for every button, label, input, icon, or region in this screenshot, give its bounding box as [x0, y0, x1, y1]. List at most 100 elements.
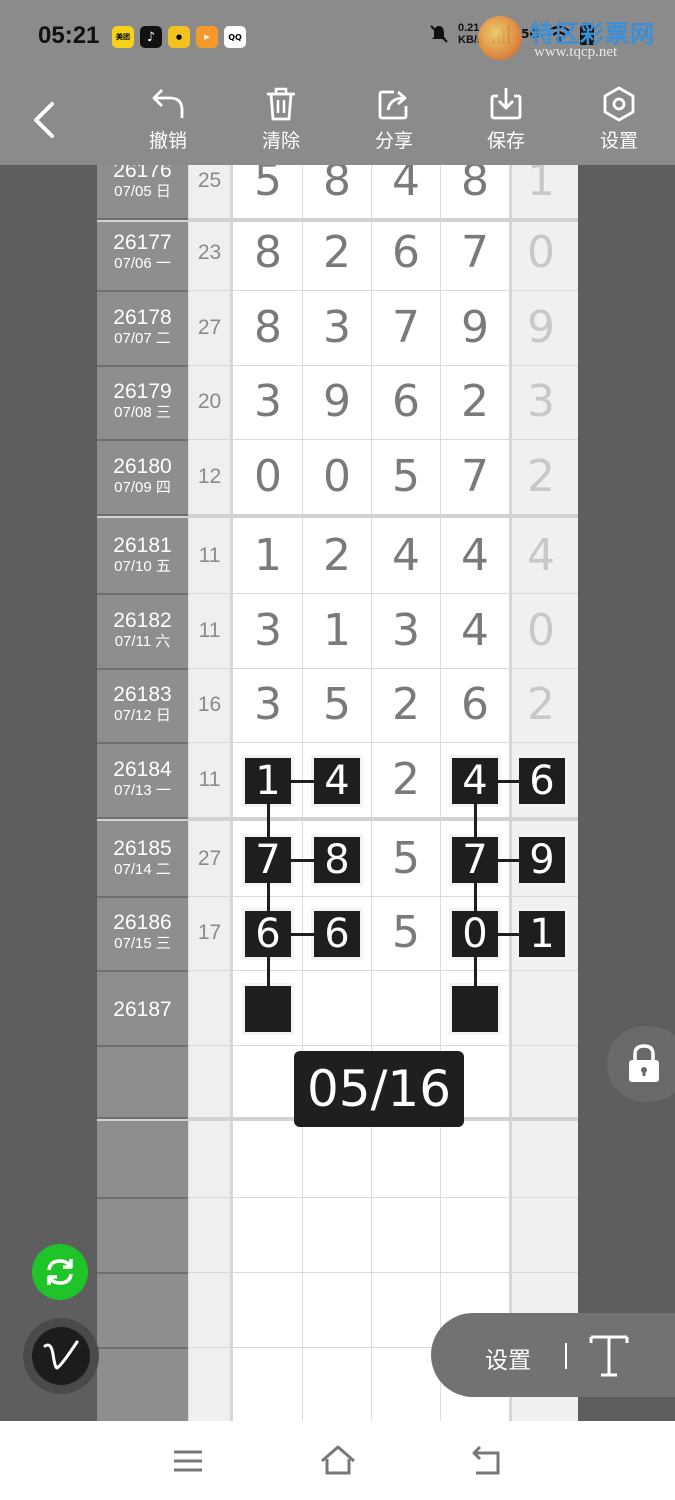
digit-cell[interactable]: 6	[445, 679, 505, 730]
empty-prediction-box[interactable]	[242, 983, 294, 1035]
digit-cell[interactable]: 2	[376, 679, 436, 730]
digit-cell[interactable]: 2	[445, 376, 505, 427]
digit-cell[interactable]: 5	[376, 907, 436, 958]
trend-grid[interactable]: 26176 07/05 日 25 5 8 4 8 1 26177 07/06 一 23 8 2 6 7 0 26…	[97, 165, 578, 1421]
digit-cell[interactable]: 2	[376, 754, 436, 805]
digit-cell[interactable]: 3	[238, 376, 298, 427]
highlighted-digit[interactable]: 4	[311, 755, 363, 807]
issue-cell: 26181 07/10 五	[97, 534, 188, 576]
digit-cell[interactable]: 3	[307, 302, 367, 353]
undo-icon	[152, 89, 184, 118]
digit-cell[interactable]: 1	[238, 530, 298, 581]
digit-cell[interactable]: 3	[238, 679, 298, 730]
digit-cell[interactable]: 8	[238, 302, 298, 353]
nav-home-button[interactable]	[318, 1443, 358, 1479]
pen-button-inner	[32, 1327, 90, 1385]
digit-cell[interactable]: 9	[307, 376, 367, 427]
digit-cell[interactable]: 3	[376, 605, 436, 656]
connector-line	[267, 883, 270, 911]
settings-button[interactable]: 设置	[587, 86, 651, 156]
digit-cell[interactable]: 4	[445, 605, 505, 656]
highlighted-extra-digit[interactable]: 9	[516, 834, 568, 886]
digit-cell[interactable]: 4	[376, 530, 436, 581]
extra-digit-cell[interactable]: 0	[511, 227, 571, 278]
pen-button[interactable]	[23, 1318, 99, 1394]
highlighted-digit[interactable]: 7	[449, 834, 501, 886]
clear-button[interactable]: 清除	[249, 86, 313, 156]
save-button[interactable]: 保存	[474, 86, 538, 156]
digit-cell[interactable]: 9	[445, 302, 505, 353]
home-icon	[321, 1445, 355, 1475]
digit-cell[interactable]: 3	[238, 605, 298, 656]
highlighted-digit[interactable]: 0	[449, 908, 501, 960]
digit-cell[interactable]: 6	[376, 227, 436, 278]
nav-menu-button[interactable]	[168, 1443, 208, 1479]
meituan-app-icon: 美团	[112, 26, 134, 48]
grid-row-line-left	[97, 668, 188, 670]
digit-cell[interactable]: 5	[376, 833, 436, 884]
digit-cell[interactable]: 8	[307, 165, 367, 206]
extra-digit-cell[interactable]: 9	[511, 302, 571, 353]
digit-cell[interactable]: 4	[445, 530, 505, 581]
back-button[interactable]	[28, 100, 62, 140]
nav-back-button[interactable]	[468, 1443, 508, 1479]
digit-cell[interactable]: 0	[238, 451, 298, 502]
digit-cell[interactable]: 5	[238, 165, 298, 206]
digit-cell[interactable]: 6	[376, 376, 436, 427]
extra-digit-cell[interactable]: 3	[511, 376, 571, 427]
trash-icon	[267, 87, 295, 121]
issue-cell: 26177 07/06 一	[97, 231, 188, 273]
highlighted-extra-digit[interactable]: 6	[516, 755, 568, 807]
digit-cell[interactable]: 2	[307, 227, 367, 278]
grid-row-line-left	[97, 970, 188, 972]
qq-app-icon: QQ	[224, 26, 246, 48]
lock-icon	[629, 1044, 659, 1082]
grid-divider	[230, 165, 233, 1421]
digit-cell[interactable]: 7	[445, 227, 505, 278]
issue-number: 26178	[113, 306, 172, 329]
issue-date: 07/14 二	[114, 861, 171, 878]
text-tool-icon[interactable]	[581, 1327, 637, 1383]
digit-cell[interactable]: 7	[376, 302, 436, 353]
highlighted-digit[interactable]: 8	[311, 834, 363, 886]
share-button[interactable]: 分享	[362, 86, 426, 156]
extra-digit-cell[interactable]: 1	[511, 165, 571, 206]
highlighted-digit[interactable]: 7	[242, 834, 294, 886]
digit-cell[interactable]: 5	[376, 451, 436, 502]
issue-number: 26183	[113, 683, 172, 706]
extra-digit-cell[interactable]: 2	[511, 451, 571, 502]
yellow-app-icon: ●	[168, 26, 190, 48]
issue-date: 07/12 日	[114, 707, 171, 724]
digit-cell[interactable]: 5	[307, 679, 367, 730]
text-settings-label[interactable]: 设置	[485, 1341, 531, 1375]
lock-button[interactable]	[607, 1026, 675, 1102]
extra-digit-cell[interactable]: 0	[511, 605, 571, 656]
grid-row-line-left	[97, 514, 188, 516]
highlighted-digit[interactable]: 6	[311, 908, 363, 960]
sum-cell: 20	[197, 390, 222, 413]
digit-cell[interactable]: 0	[307, 451, 367, 502]
digit-cell[interactable]: 8	[238, 227, 298, 278]
watermark: 特区彩票网 www.tqcp.net	[478, 14, 673, 66]
digit-cell[interactable]: 4	[376, 165, 436, 206]
empty-prediction-box[interactable]	[449, 983, 501, 1035]
text-settings-pill[interactable]: 设置	[431, 1313, 675, 1397]
highlighted-digit[interactable]: 1	[242, 755, 294, 807]
digit-cell[interactable]: 8	[445, 165, 505, 206]
digit-cell[interactable]: 7	[445, 451, 505, 502]
highlighted-digit[interactable]: 6	[242, 908, 294, 960]
settings-label: 设置	[599, 130, 638, 152]
undo-button[interactable]: 撤销	[136, 86, 200, 156]
connector-line	[474, 957, 477, 986]
system-nav-bar	[0, 1421, 675, 1500]
digit-cell[interactable]: 1	[307, 605, 367, 656]
grid-row-line-left	[97, 1117, 188, 1119]
extra-digit-cell[interactable]: 4	[511, 530, 571, 581]
extra-digit-cell[interactable]: 2	[511, 679, 571, 730]
highlighted-extra-digit[interactable]: 1	[516, 908, 568, 960]
page-indicator: 05/16	[294, 1051, 464, 1127]
refresh-button[interactable]	[32, 1244, 88, 1300]
digit-cell[interactable]: 2	[307, 530, 367, 581]
issue-date: 07/11 六	[114, 633, 171, 650]
highlighted-digit[interactable]: 4	[449, 755, 501, 807]
